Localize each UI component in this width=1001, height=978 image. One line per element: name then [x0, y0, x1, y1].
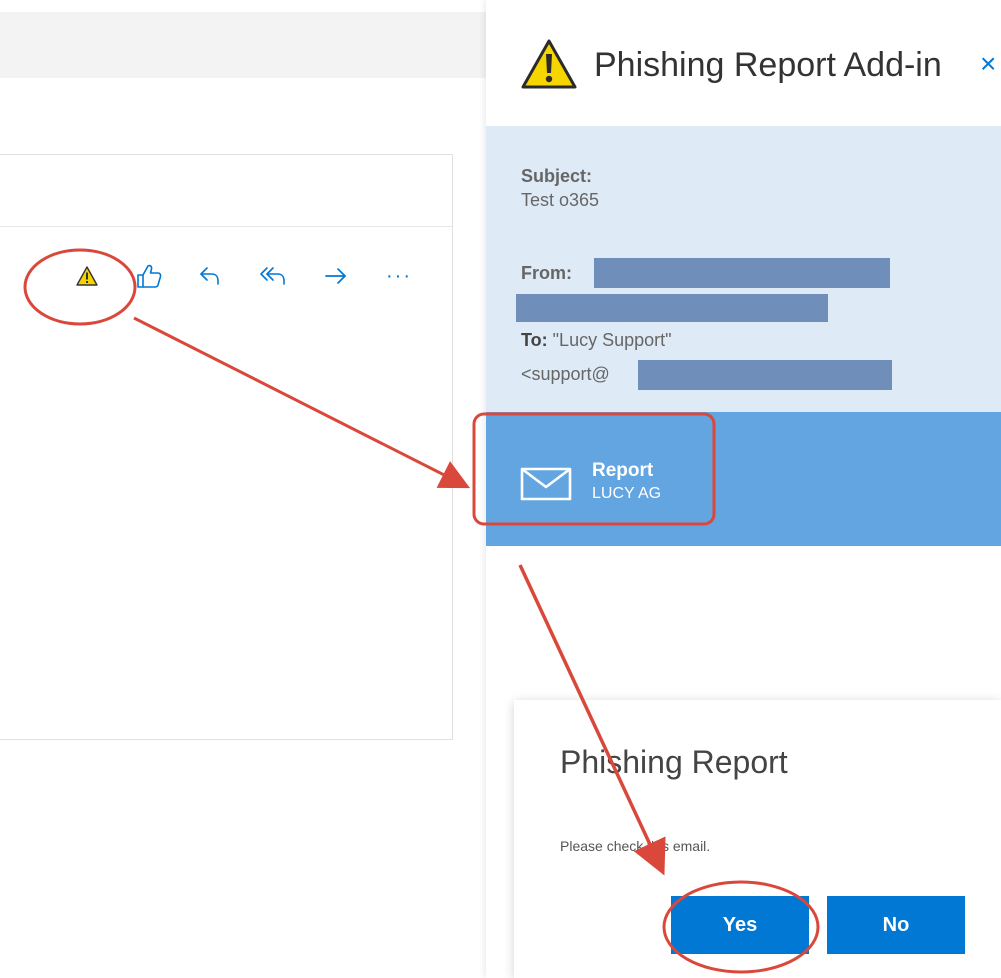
to-address-prefix: <support@	[521, 364, 610, 384]
envelope-icon	[520, 467, 572, 501]
reply-icon	[200, 267, 219, 285]
report-button[interactable]: Report LUCY AG	[514, 447, 734, 517]
thumbs-up-icon	[137, 264, 162, 288]
reading-pane: ···	[0, 0, 486, 978]
warning-triangle-icon	[521, 39, 577, 89]
forward-button[interactable]	[319, 259, 353, 293]
subject-label: Subject:	[521, 166, 593, 186]
reply-button[interactable]	[193, 259, 227, 293]
redacted-from-name	[516, 294, 828, 322]
addin-title: Phishing Report Add-in	[594, 46, 942, 84]
message-header-divider	[0, 226, 452, 227]
redacted-from-address	[594, 258, 890, 288]
report-phishing-button[interactable]	[70, 259, 104, 293]
to-line: To: "Lucy Support"	[521, 330, 672, 351]
to-label: To:	[521, 330, 548, 350]
like-button[interactable]	[132, 259, 166, 293]
no-button[interactable]: No	[827, 896, 965, 954]
close-icon[interactable]: ×	[980, 48, 996, 80]
forward-arrow-icon	[325, 268, 346, 284]
message-card: ···	[0, 154, 453, 740]
phishing-report-dialog: Phishing Report Please check this email.…	[514, 700, 1001, 978]
subject-value: Test o365	[521, 190, 600, 210]
from-label: From:	[521, 263, 572, 283]
dialog-title: Phishing Report	[560, 744, 788, 780]
yes-button[interactable]: Yes	[671, 896, 809, 954]
reading-pane-header	[0, 12, 486, 78]
reply-all-button[interactable]	[257, 259, 291, 293]
addin-task-pane: Phishing Report Add-in × Subject: Test o…	[486, 0, 1001, 978]
report-ribbon: Report LUCY AG	[486, 412, 1001, 546]
warning-triangle-icon	[76, 266, 98, 286]
redacted-to-domain	[638, 360, 892, 390]
addin-header: Phishing Report Add-in ×	[486, 0, 1001, 126]
reply-all-icon	[260, 267, 285, 285]
message-info-box: Subject: Test o365 From: To: "Lucy Suppo…	[486, 126, 1001, 412]
report-button-sublabel: LUCY AG	[592, 485, 662, 502]
report-button-label: Report	[592, 460, 654, 481]
to-value: "Lucy Support"	[552, 330, 672, 350]
more-actions-button[interactable]: ···	[382, 259, 416, 293]
dialog-message: Please check this email.	[560, 838, 711, 854]
